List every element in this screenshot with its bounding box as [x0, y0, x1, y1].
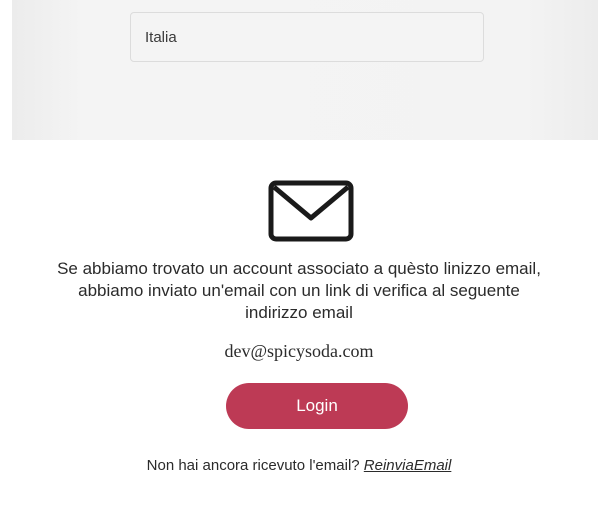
resend-row: Non hai ancora ricevuto l'email? Reinvia…: [0, 457, 598, 474]
country-select-value: Italia: [145, 28, 177, 46]
email-address: dev@spicysoda.com: [224, 341, 374, 361]
confirmation-message: Se abbiamo trovato un account associato …: [0, 258, 598, 324]
message-line-3: indirizzo email: [245, 303, 353, 322]
login-button[interactable]: Login: [226, 383, 408, 429]
message-line-2: abbiamo inviato un'email con un link di …: [78, 281, 520, 300]
country-select[interactable]: Italia: [130, 12, 484, 62]
background-form-panel: Italia: [0, 0, 598, 140]
message-line-1: Se abbiamo trovato un account associato …: [57, 259, 541, 278]
login-button-label: Login: [296, 396, 338, 415]
resend-prompt: Non hai ancora ricevuto l'email?: [146, 457, 360, 474]
resend-email-link[interactable]: ReinviaEmail: [364, 457, 452, 474]
mail-icon: [268, 180, 354, 242]
